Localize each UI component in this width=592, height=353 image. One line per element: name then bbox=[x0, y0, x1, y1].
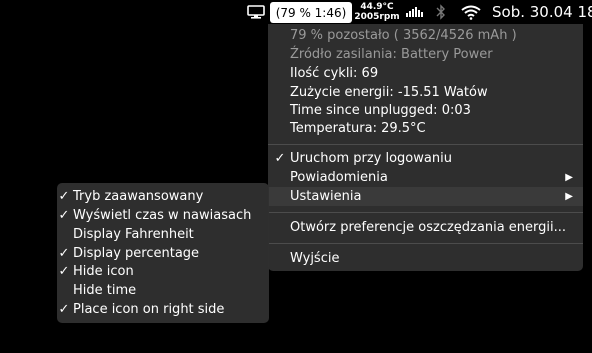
clock[interactable]: Sob. 30.04 18 bbox=[492, 0, 592, 24]
menu-item-quit[interactable]: Wyjście bbox=[268, 249, 583, 268]
submenu-item-label: Display percentage bbox=[73, 246, 200, 261]
info-since-unplugged: Time since unplugged: 0:03 bbox=[290, 103, 471, 118]
checkmark-icon: ✓ bbox=[274, 151, 286, 166]
info-cycles: Ilość cykli: 69 bbox=[290, 66, 379, 81]
menu-item-label: Otwórz preferencje oszczędzania energii.… bbox=[290, 220, 567, 235]
wifi-icon[interactable] bbox=[460, 0, 482, 24]
menu-item-notifications[interactable]: Powiadomienia ▶ bbox=[268, 168, 583, 187]
display-icon[interactable] bbox=[245, 0, 267, 24]
menu-item-label: Ustawienia bbox=[290, 189, 362, 204]
separator bbox=[268, 243, 583, 244]
separator bbox=[268, 212, 583, 213]
menu-item-settings[interactable]: Ustawienia ▶ bbox=[268, 187, 583, 206]
checkmark-icon: ✓ bbox=[58, 208, 70, 223]
checkmark-icon: ✓ bbox=[58, 246, 70, 261]
submenu-item-hide-time[interactable]: Hide time bbox=[57, 281, 269, 300]
submenu-item-label: Place icon on right side bbox=[73, 302, 225, 317]
submenu-item-time-in-brackets[interactable]: ✓ Wyświetl czas w nawiasach bbox=[57, 206, 269, 225]
info-power-source: Źródło zasilania: Battery Power bbox=[290, 47, 493, 62]
submenu-item-label: Tryb zaawansowany bbox=[73, 189, 204, 204]
temperature-fan-readout[interactable]: 44.9°C 2005rpm bbox=[354, 0, 400, 24]
battery-menu: 79 % pozostało ( 3562/4526 mAh ) Źródło … bbox=[268, 24, 583, 271]
battery-status-item[interactable]: (79 % 1:46) bbox=[270, 2, 352, 23]
checkmark-icon: ✓ bbox=[58, 302, 70, 317]
checkmark-icon: ✓ bbox=[58, 189, 70, 204]
info-remaining: 79 % pozostało ( 3562/4526 mAh ) bbox=[290, 28, 517, 43]
submenu-item-icon-right-side[interactable]: ✓ Place icon on right side bbox=[57, 300, 269, 319]
menu-bar: (79 % 1:46) 44.9°C 2005rpm Sob. 30.04 18 bbox=[0, 0, 592, 24]
submenu-item-label: Hide icon bbox=[73, 264, 134, 279]
submenu-item-advanced-mode[interactable]: ✓ Tryb zaawansowany bbox=[57, 187, 269, 206]
separator bbox=[268, 144, 583, 145]
info-temperature: Temperatura: 29.5°C bbox=[290, 121, 426, 136]
battery-status-text: (79 % 1:46) bbox=[275, 5, 347, 20]
menu-item-launch-at-login[interactable]: ✓ Uruchom przy logowaniu bbox=[268, 149, 583, 168]
submenu-item-label: Hide time bbox=[73, 283, 137, 298]
menu-item-open-energy-preferences[interactable]: Otwórz preferencje oszczędzania energii.… bbox=[268, 218, 583, 237]
menu-item-label: Powiadomienia bbox=[290, 170, 388, 185]
submenu-item-label: Display Fahrenheit bbox=[73, 227, 194, 242]
fan-rpm: 2005rpm bbox=[354, 12, 400, 22]
cpu-temperature: 44.9°C bbox=[360, 2, 394, 12]
info-energy: Zużycie energii: -15.51 Watów bbox=[290, 85, 488, 100]
bluetooth-icon[interactable] bbox=[433, 0, 449, 24]
submenu-item-display-percentage[interactable]: ✓ Display percentage bbox=[57, 244, 269, 263]
settings-submenu: ✓ Tryb zaawansowany ✓ Wyświetl czas w na… bbox=[57, 183, 269, 323]
menu-item-label: Uruchom przy logowaniu bbox=[290, 151, 452, 166]
submenu-item-display-fahrenheit[interactable]: Display Fahrenheit bbox=[57, 225, 269, 244]
audio-meter-icon[interactable] bbox=[404, 0, 428, 24]
submenu-arrow-icon: ▶ bbox=[565, 172, 573, 183]
submenu-item-hide-icon[interactable]: ✓ Hide icon bbox=[57, 262, 269, 281]
menu-item-label: Wyjście bbox=[290, 251, 340, 266]
clock-text: Sob. 30.04 18 bbox=[492, 3, 592, 21]
submenu-arrow-icon: ▶ bbox=[565, 191, 573, 202]
submenu-item-label: Wyświetl czas w nawiasach bbox=[73, 208, 252, 223]
checkmark-icon: ✓ bbox=[58, 264, 70, 279]
